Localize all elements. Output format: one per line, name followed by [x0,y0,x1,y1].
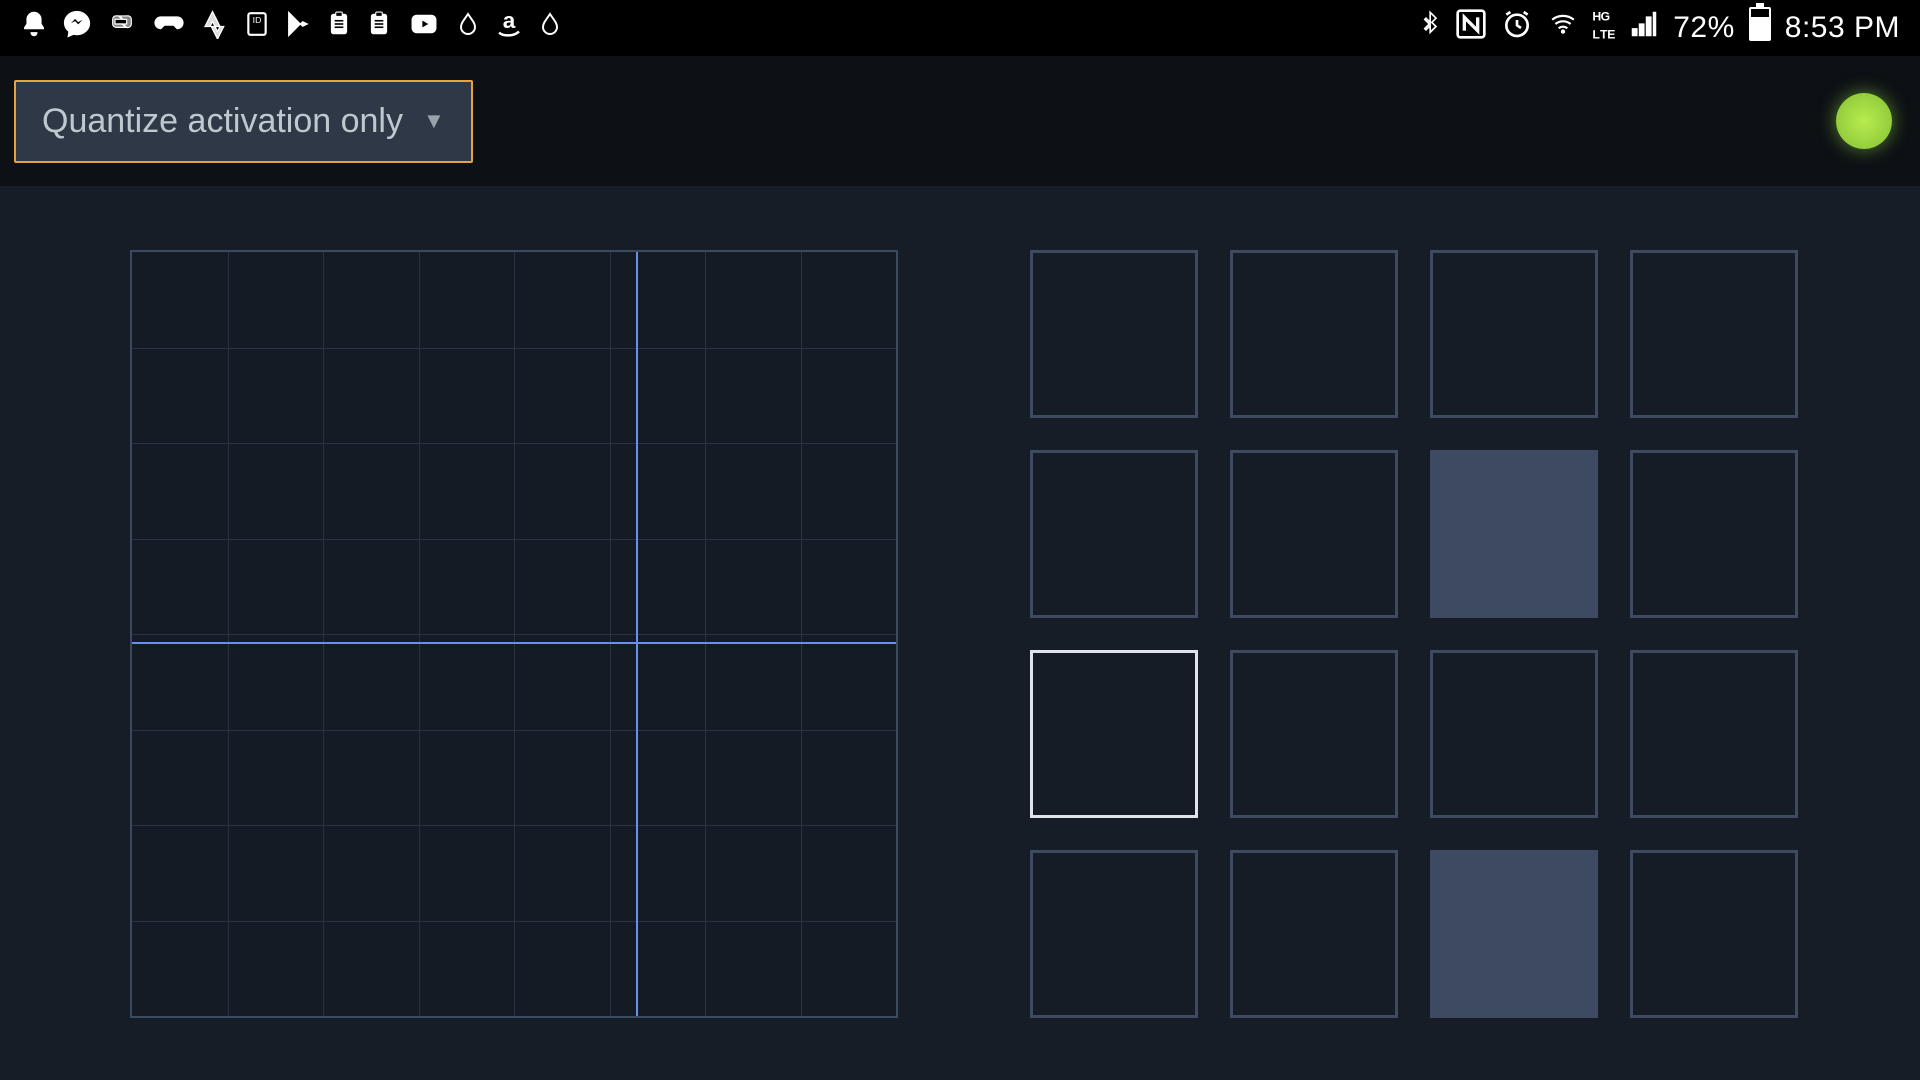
status-indicator[interactable] [1836,93,1892,149]
pad-4[interactable] [1030,450,1198,618]
battery-percent: 72% [1673,11,1735,45]
signal-icon [1629,10,1659,46]
xy-pad[interactable] [130,250,898,1018]
lte-indicator-icon: ᴴᴳᴸᵀᴱ [1593,10,1615,46]
bell-icon [20,9,48,47]
pad-13[interactable] [1230,850,1398,1018]
battery-icon [1749,7,1771,49]
pad-0[interactable] [1030,250,1198,418]
main-stage [0,186,1920,1080]
pad-11[interactable] [1630,650,1798,818]
pad-9[interactable] [1230,650,1398,818]
pad-15[interactable] [1630,850,1798,1018]
pad-12[interactable] [1030,850,1198,1018]
quantize-dropdown[interactable]: Quantize activation only ▼ [14,80,473,163]
google-play-games-icon [152,10,186,46]
youtube-icon [406,11,442,45]
google-play-icon [284,9,312,47]
pad-14[interactable] [1430,850,1598,1018]
android-status-bar: ID a ᴴᴳᴸᵀᴱ 72% 8:53 PM [0,0,1920,56]
id-badge-icon: ID [244,8,270,48]
bluetooth-icon [1421,8,1441,48]
nfc-icon [1455,8,1487,48]
alarm-icon [1501,8,1533,48]
status-right-icons: ᴴᴳᴸᵀᴱ 72% 8:53 PM [1421,7,1900,49]
pad-6[interactable] [1430,450,1598,618]
clock: 8:53 PM [1785,11,1900,45]
messenger-icon [62,9,92,47]
clipboard-icon [326,8,352,48]
status-left-icons: ID a [20,8,562,48]
pad-8[interactable] [1030,650,1198,818]
pad-7[interactable] [1630,450,1798,618]
chevron-down-icon: ▼ [423,108,445,134]
pad-10[interactable] [1430,650,1598,818]
wifi-icon [1547,11,1579,45]
drop-icon-2 [538,9,562,47]
svg-text:a: a [503,9,516,33]
svg-text:ID: ID [253,15,262,25]
app-bar: Quantize activation only ▼ [0,56,1920,186]
pad-1[interactable] [1230,250,1398,418]
pad-2[interactable] [1430,250,1598,418]
pad-grid [1030,250,1798,1018]
clipboard-icon-2 [366,8,392,48]
steam-icon [106,10,138,46]
dropdown-label: Quantize activation only [42,102,403,141]
strava-icon [200,9,230,47]
pad-3[interactable] [1630,250,1798,418]
pad-5[interactable] [1230,450,1398,618]
amazon-icon: a [494,9,524,47]
drop-icon [456,9,480,47]
